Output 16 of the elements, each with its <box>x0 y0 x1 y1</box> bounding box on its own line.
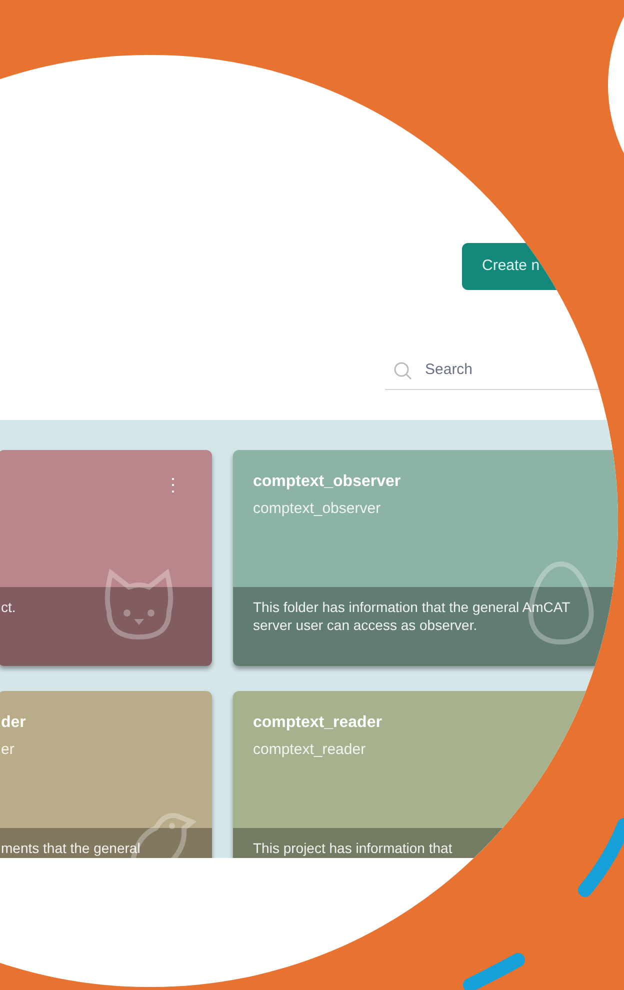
project-description: ct. <box>1 598 16 616</box>
search-icon <box>393 360 413 380</box>
project-subtitle: comptext_reader <box>253 740 366 760</box>
project-card[interactable]: comptext_observer comptext_observer This folder has information that the general AmCAT server user can access as observer. <box>233 450 618 666</box>
project-description: This project has information that <box>253 839 452 857</box>
project-description: This folder has information that the general AmCAT server user can access as observer. <box>253 598 571 634</box>
project-subtitle: comptext_observer <box>253 499 381 519</box>
project-title: der <box>1 713 26 733</box>
project-subtitle: er <box>1 740 14 760</box>
project-title: comptext_reader <box>253 713 382 733</box>
project-card[interactable]: der er ments that the general <box>0 691 212 858</box>
more-options-button[interactable]: ⋮ <box>164 476 182 494</box>
project-description: ments that the general <box>1 839 140 857</box>
project-title: comptext_observer <box>253 472 401 492</box>
project-card[interactable]: ct. ⋮ <box>0 450 212 666</box>
search-field[interactable]: Search <box>425 359 575 382</box>
